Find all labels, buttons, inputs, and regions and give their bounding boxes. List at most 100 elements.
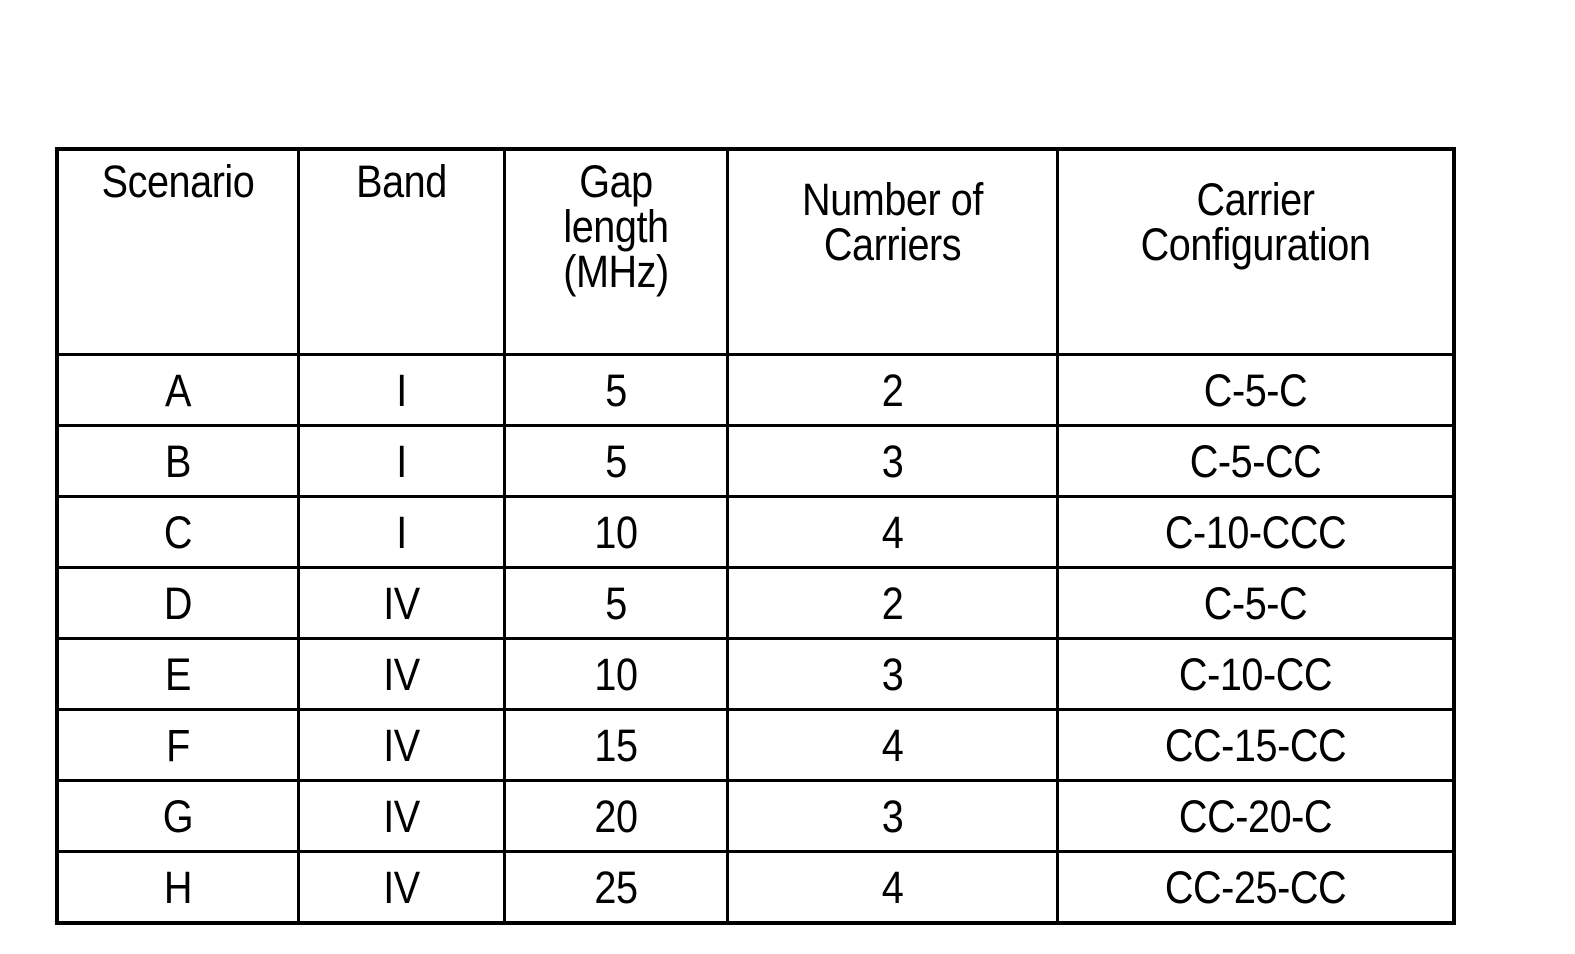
table-cell-value: 25 xyxy=(594,861,638,913)
table-row: C I 10 4 C-10-CCC xyxy=(56,495,1455,569)
table-cell-value: 10 xyxy=(594,506,638,558)
table-cell-value: D xyxy=(163,577,193,629)
page-canvas: Scenario Band Gap length (MHz) Number of… xyxy=(0,0,1575,954)
column-header-scenario: Scenario xyxy=(56,148,300,356)
table-header: Scenario Band Gap length (MHz) Number of… xyxy=(56,148,1455,356)
table-row: E IV 10 3 C-10-CC xyxy=(56,637,1455,711)
table-cell-band: IV xyxy=(297,708,506,782)
table-cell-number_of_carriers: 2 xyxy=(726,353,1059,427)
table-cell-value: IV xyxy=(383,719,420,771)
table-cell-scenario: G xyxy=(56,779,300,853)
table-header-row: Scenario Band Gap length (MHz) Number of… xyxy=(56,148,1455,356)
table-cell-scenario: H xyxy=(56,850,300,924)
column-header-gap-length: Gap length (MHz) xyxy=(503,148,729,356)
table-cell-value: CC-25-CC xyxy=(1164,861,1347,913)
column-header-band: Band xyxy=(297,148,506,356)
table-cell-value: 3 xyxy=(881,648,904,700)
table-cell-carrier_configuration: C-10-CCC xyxy=(1056,495,1455,569)
table-cell-value: I xyxy=(396,364,407,416)
table-row: D IV 5 2 C-5-C xyxy=(56,566,1455,640)
table-cell-value: 4 xyxy=(881,719,904,771)
table-cell-value: B xyxy=(165,435,191,487)
table-cell-value: A xyxy=(165,364,191,416)
scenario-table-container: Scenario Band Gap length (MHz) Number of… xyxy=(55,147,1456,925)
table-cell-carrier_configuration: C-5-C xyxy=(1056,566,1455,640)
table-cell-band: IV xyxy=(297,637,506,711)
table-cell-carrier_configuration: CC-20-C xyxy=(1056,779,1455,853)
table-cell-carrier_configuration: C-5-CC xyxy=(1056,424,1455,498)
table-cell-gap_length_mhz: 15 xyxy=(503,708,729,782)
table-cell-value: C-10-CC xyxy=(1178,648,1333,700)
column-header-carrier-configuration: Carrier Configuration xyxy=(1056,148,1455,356)
table-cell-value: 4 xyxy=(881,861,904,913)
table-cell-value: IV xyxy=(383,861,420,913)
table-cell-carrier_configuration: C-10-CC xyxy=(1056,637,1455,711)
table-row: A I 5 2 C-5-C xyxy=(56,353,1455,427)
column-header-gap-length-label: Gap length (MHz) xyxy=(563,156,669,297)
table-cell-scenario: D xyxy=(56,566,300,640)
table-cell-scenario: F xyxy=(56,708,300,782)
table-cell-value: C-5-C xyxy=(1203,364,1308,416)
table-row: F IV 15 4 CC-15-CC xyxy=(56,708,1455,782)
table-cell-band: IV xyxy=(297,850,506,924)
table-cell-value: 5 xyxy=(605,577,627,629)
table-cell-gap_length_mhz: 5 xyxy=(503,424,729,498)
table-cell-value: 3 xyxy=(881,435,904,487)
table-cell-value: 10 xyxy=(594,648,638,700)
table-cell-gap_length_mhz: 10 xyxy=(503,495,729,569)
table-cell-gap_length_mhz: 5 xyxy=(503,353,729,427)
table-cell-value: 4 xyxy=(881,506,904,558)
table-cell-gap_length_mhz: 20 xyxy=(503,779,729,853)
table-cell-number_of_carriers: 4 xyxy=(726,495,1059,569)
table-cell-value: E xyxy=(165,648,191,700)
table-cell-carrier_configuration: CC-15-CC xyxy=(1056,708,1455,782)
table-cell-value: H xyxy=(163,861,193,913)
table-cell-value: CC-15-CC xyxy=(1164,719,1347,771)
table-cell-value: 20 xyxy=(594,790,638,842)
table-cell-carrier_configuration: C-5-C xyxy=(1056,353,1455,427)
table-cell-band: IV xyxy=(297,566,506,640)
table-cell-value: 2 xyxy=(881,364,904,416)
column-header-scenario-label: Scenario xyxy=(101,156,255,207)
table-cell-value: C-5-C xyxy=(1203,577,1308,629)
table-cell-value: IV xyxy=(383,648,420,700)
table-cell-value: F xyxy=(166,719,190,771)
table-row: H IV 25 4 CC-25-CC xyxy=(56,850,1455,924)
table-body: A I 5 2 C-5-C B I 5 3 C-5-CC C I 10 4 C-10-CCC D IV 5 2 C-5… xyxy=(56,353,1455,924)
table-cell-scenario: E xyxy=(56,637,300,711)
table-cell-number_of_carriers: 3 xyxy=(726,637,1059,711)
table-cell-value: 15 xyxy=(594,719,638,771)
table-cell-value: IV xyxy=(383,790,420,842)
table-cell-value: 2 xyxy=(881,577,904,629)
scenario-configuration-table: Scenario Band Gap length (MHz) Number of… xyxy=(55,147,1456,925)
table-cell-number_of_carriers: 3 xyxy=(726,779,1059,853)
column-header-number-of-carriers: Number of Carriers xyxy=(726,148,1059,356)
table-cell-band: I xyxy=(297,353,506,427)
table-cell-number_of_carriers: 3 xyxy=(726,424,1059,498)
table-cell-scenario: C xyxy=(56,495,300,569)
table-row: B I 5 3 C-5-CC xyxy=(56,424,1455,498)
table-cell-number_of_carriers: 4 xyxy=(726,850,1059,924)
table-cell-number_of_carriers: 2 xyxy=(726,566,1059,640)
column-header-number-of-carriers-label: Number of Carriers xyxy=(802,174,983,270)
table-row: G IV 20 3 CC-20-C xyxy=(56,779,1455,853)
table-cell-gap_length_mhz: 10 xyxy=(503,637,729,711)
table-cell-value: G xyxy=(162,790,194,842)
table-cell-band: IV xyxy=(297,779,506,853)
table-cell-value: C xyxy=(163,506,193,558)
table-cell-value: I xyxy=(396,435,407,487)
table-cell-scenario: A xyxy=(56,353,300,427)
table-cell-gap_length_mhz: 25 xyxy=(503,850,729,924)
table-cell-value: I xyxy=(396,506,407,558)
table-cell-number_of_carriers: 4 xyxy=(726,708,1059,782)
column-header-carrier-configuration-label: Carrier Configuration xyxy=(1140,174,1371,270)
table-cell-scenario: B xyxy=(56,424,300,498)
table-cell-value: CC-20-C xyxy=(1178,790,1333,842)
column-header-band-label: Band xyxy=(356,156,447,207)
table-cell-value: C-10-CCC xyxy=(1164,506,1347,558)
table-cell-carrier_configuration: CC-25-CC xyxy=(1056,850,1455,924)
table-cell-value: IV xyxy=(383,577,420,629)
table-cell-value: 5 xyxy=(605,364,627,416)
table-cell-gap_length_mhz: 5 xyxy=(503,566,729,640)
table-cell-value: 3 xyxy=(881,790,904,842)
